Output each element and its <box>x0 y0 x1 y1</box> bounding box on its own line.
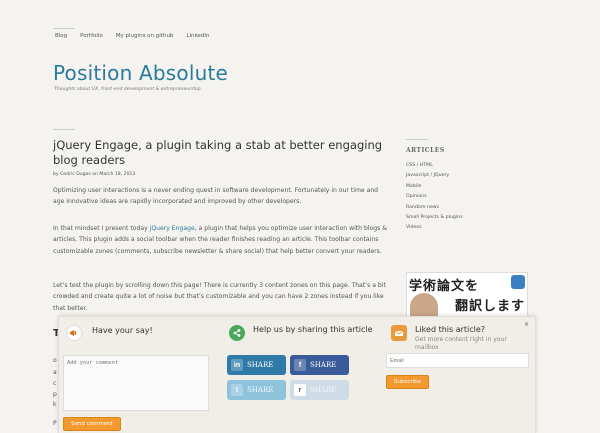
reddit-share-label: SHARE <box>310 386 337 394</box>
facebook-share-button[interactable]: f SHARE <box>290 355 349 375</box>
sidebar-item-css-html[interactable]: CSS / HTML <box>406 161 463 171</box>
twitter-share-label: SHARE <box>247 386 274 394</box>
share-icon <box>229 325 245 341</box>
subscribe-button[interactable]: Subscribe <box>386 375 429 389</box>
partial-line: P <box>53 420 57 427</box>
sidebar-item-random-news[interactable]: Random news <box>406 203 463 213</box>
sidebar-item-mobile[interactable]: Mobile <box>406 182 463 192</box>
post-paragraph-1: Optimizing user interactions is a never … <box>53 187 379 206</box>
facebook-icon: f <box>294 359 306 371</box>
top-divider <box>53 28 75 29</box>
partial-line: c <box>53 380 57 387</box>
megaphone-icon <box>66 325 82 341</box>
reddit-icon: r <box>294 384 306 396</box>
sidebar-categories: CSS / HTML Javascript / JQuery Mobile Op… <box>406 161 463 234</box>
linkedin-share-label: SHARE <box>247 361 274 369</box>
engage-toolbar: × Have your say! Send comment Help us by… <box>58 316 536 433</box>
content-divider <box>53 129 75 130</box>
ad-badge-icon <box>511 275 525 289</box>
sidebar-divider <box>406 139 428 140</box>
mailbox-icon <box>391 325 407 341</box>
site-title[interactable]: Position Absolute <box>53 61 228 85</box>
subscribe-zone-title: Liked this article? <box>415 325 486 334</box>
main-nav: Blog Portfolio My plugins on github Link… <box>55 33 223 39</box>
site-tagline: Thoughts about UX, front-end development… <box>54 87 201 92</box>
email-field[interactable] <box>386 353 529 368</box>
sidebar-heading: ARTICLES <box>406 147 445 154</box>
comment-zone-title: Have your say! <box>92 326 153 335</box>
reddit-share-button[interactable]: r SHARE <box>290 380 349 400</box>
share-zone-title: Help us by sharing this article <box>253 325 373 334</box>
linkedin-share-button[interactable]: in SHARE <box>227 355 286 375</box>
facebook-share-label: SHARE <box>310 361 337 369</box>
twitter-share-button[interactable]: t SHARE <box>227 380 286 400</box>
post-paragraph-3: Let’s test the plugin by scrolling down … <box>53 282 386 312</box>
sidebar-ad[interactable]: 学術論文を 翻訳します <box>406 272 528 322</box>
sidebar-item-javascript[interactable]: Javascript / JQuery <box>406 171 463 181</box>
partial-line: o <box>53 357 57 364</box>
partial-line: a <box>53 369 57 376</box>
post-title[interactable]: jQuery Engage, a plugin taking a stab at… <box>53 138 393 168</box>
nav-plugins-github[interactable]: My plugins on github <box>116 33 174 39</box>
partial-line: k <box>53 401 57 408</box>
close-icon[interactable]: × <box>524 321 529 328</box>
sidebar-item-opinions[interactable]: Opinions <box>406 192 463 202</box>
ad-line-1: 学術論文を <box>409 279 480 294</box>
sidebar-item-videos[interactable]: Videos <box>406 223 463 233</box>
send-comment-button[interactable]: Send comment <box>63 417 121 431</box>
post-meta: by Cedric Dugas on March 18, 2013 <box>53 172 136 177</box>
linkedin-icon: in <box>231 359 243 371</box>
nav-linkedin[interactable]: LinkedIn <box>186 33 209 39</box>
twitter-icon: t <box>231 384 243 396</box>
jquery-engage-link[interactable]: jQuery Engage <box>150 225 195 232</box>
nav-portfolio[interactable]: Portfolio <box>80 33 103 39</box>
post-paragraph-2: In that mindset I present today jQuery E… <box>53 223 389 257</box>
subscribe-zone-subtitle: Get more content right in your mailbox <box>415 336 507 351</box>
sidebar-item-small-projects[interactable]: Small Projects & plugins <box>406 213 463 223</box>
comment-input[interactable] <box>63 355 209 411</box>
nav-blog[interactable]: Blog <box>55 33 67 39</box>
partial-line: p <box>53 391 57 398</box>
ad-line-2: 翻訳します <box>455 299 526 314</box>
p2-text-before: In that mindset I present today <box>53 225 150 232</box>
